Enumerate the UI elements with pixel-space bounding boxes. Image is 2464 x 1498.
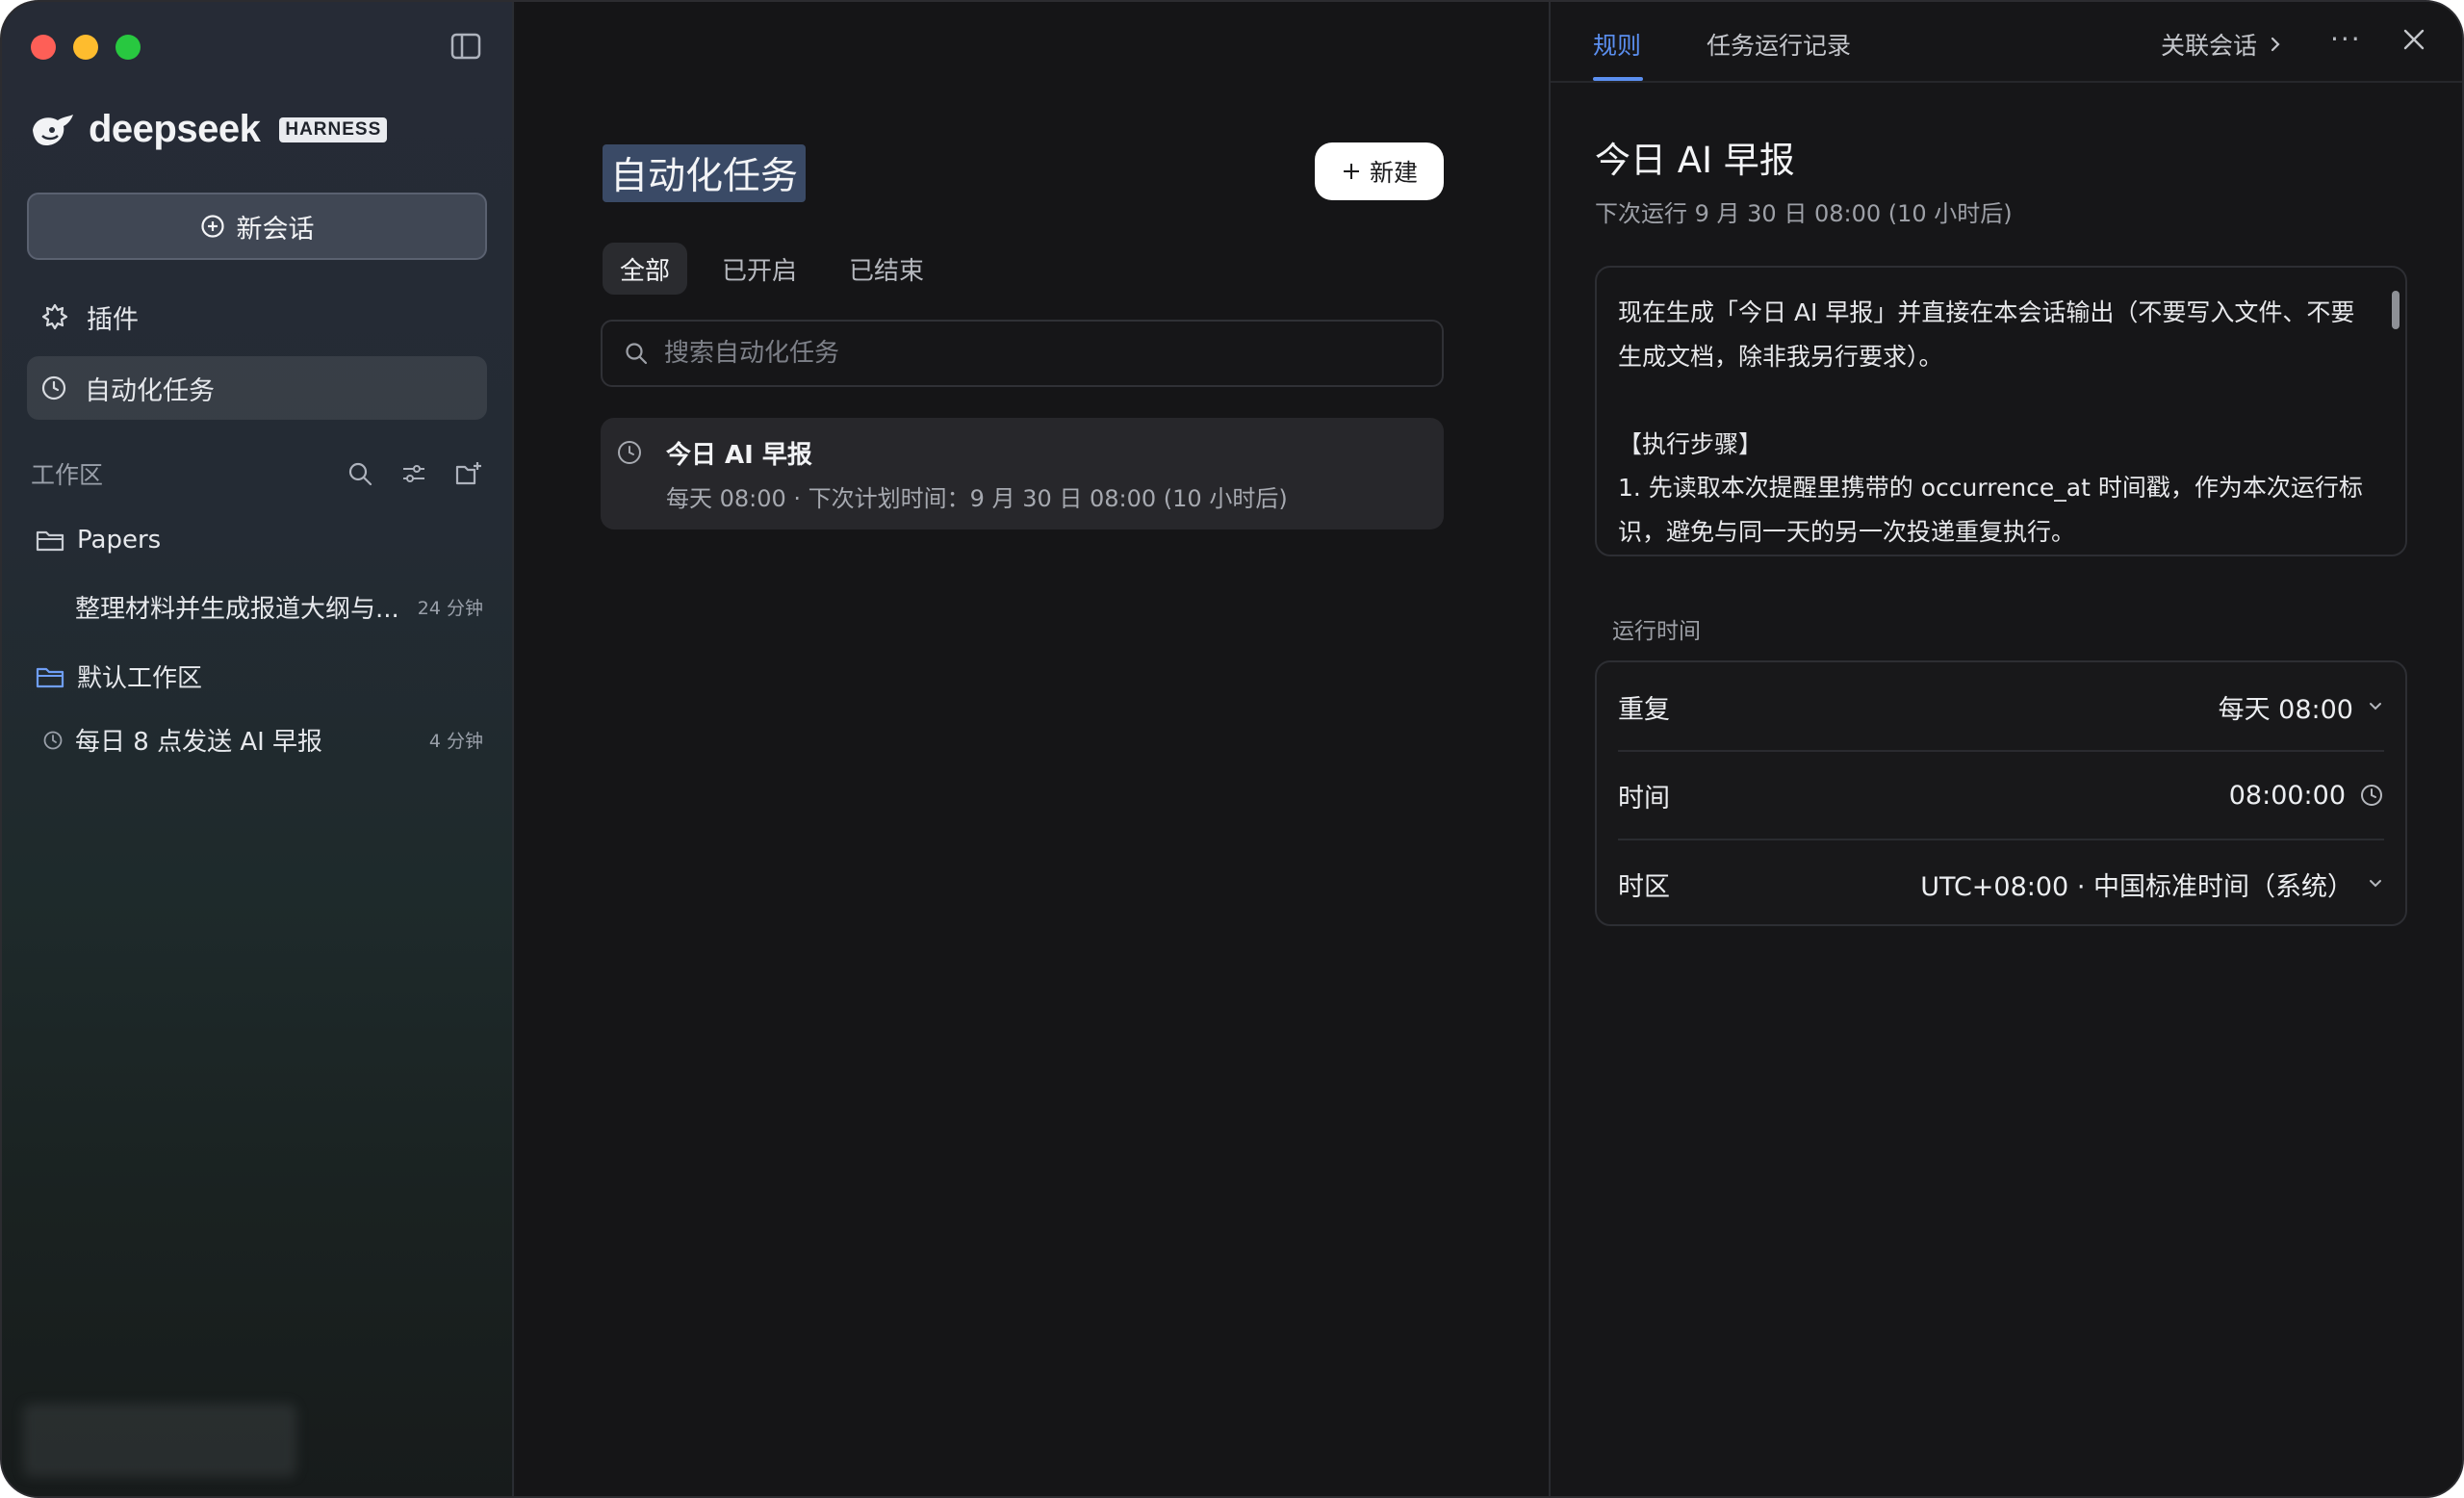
search-box bbox=[601, 320, 1444, 387]
app-window: deepseek HARNESS 新会话 插件 自动化任务 工作区 Papers bbox=[0, 0, 2464, 1498]
time-value: 08:00:00 bbox=[2228, 780, 2346, 811]
task-card[interactable]: 今日 AI 早报 每天 08:00 · 下次计划时间：9 月 30 日 08:0… bbox=[601, 418, 1444, 529]
sidebar-item-label: 插件 bbox=[87, 304, 139, 335]
whale-logo-icon bbox=[33, 114, 73, 145]
chevron-right-icon bbox=[2271, 37, 2280, 52]
search-icon[interactable] bbox=[346, 460, 373, 487]
time-label: 时间 bbox=[1618, 783, 1670, 814]
time-row[interactable]: 时间 08:00:00 bbox=[1597, 751, 2405, 839]
repeat-value: 每天 08:00 bbox=[2218, 694, 2353, 725]
timezone-label: 时区 bbox=[1618, 871, 1670, 902]
sidebar: deepseek HARNESS 新会话 插件 自动化任务 工作区 Papers bbox=[2, 2, 514, 1496]
folder-default-workspace[interactable]: 默认工作区 bbox=[35, 659, 483, 694]
active-tab-indicator bbox=[1593, 77, 1643, 81]
folder-name: Papers bbox=[77, 526, 162, 555]
search-icon bbox=[626, 343, 648, 365]
timezone-row[interactable]: 时区 UTC+08:00 · 中国标准时间（系统） bbox=[1597, 839, 2405, 928]
timezone-value: UTC+08:00 · 中国标准时间（系统） bbox=[1920, 871, 2353, 902]
repeat-select[interactable]: 每天 08:00 bbox=[2219, 688, 2384, 726]
close-icon[interactable] bbox=[2401, 27, 2426, 56]
new-chat-button[interactable]: 新会话 bbox=[27, 193, 487, 260]
sidebar-toggle-icon[interactable] bbox=[450, 33, 481, 60]
sidebar-item-automation[interactable]: 自动化任务 bbox=[27, 356, 487, 420]
brand-logo: deepseek HARNESS bbox=[29, 108, 388, 151]
minimize-window-button[interactable] bbox=[73, 35, 98, 60]
timezone-select[interactable]: UTC+08:00 · 中国标准时间（系统） bbox=[1920, 865, 2384, 903]
zoom-window-button[interactable] bbox=[116, 35, 141, 60]
new-chat-label: 新会话 bbox=[236, 214, 315, 245]
puzzle-icon bbox=[41, 303, 68, 330]
folder-icon bbox=[36, 530, 64, 552]
schedule-section-label: 运行时间 bbox=[1612, 619, 1701, 644]
new-task-label: 新建 bbox=[1369, 159, 1418, 187]
plus-icon bbox=[1343, 164, 1359, 179]
next-run-text: 下次运行 9 月 30 日 08:00 (10 小时后) bbox=[1595, 200, 2013, 227]
tab-run-history[interactable]: 任务运行记录 bbox=[1707, 27, 1851, 62]
list-item-title: 整理材料并生成报道大纲与... bbox=[75, 595, 399, 624]
more-options-icon[interactable]: ··· bbox=[2330, 23, 2362, 55]
schedule-settings: 重复 每天 08:00 时间 08:00:00 时区 UTC+08:00 · 中… bbox=[1595, 660, 2407, 926]
workspace-title: 工作区 bbox=[31, 461, 104, 489]
task-detail-panel: 规则 任务运行记录 关联会话 ··· 今日 AI 早报 下次运行 9 月 30 … bbox=[1549, 2, 2462, 1496]
account-area[interactable] bbox=[23, 1404, 296, 1477]
clock-icon bbox=[618, 441, 641, 464]
plus-circle-icon bbox=[200, 215, 224, 238]
clock-icon bbox=[43, 731, 63, 749]
tab-rules[interactable]: 规则 bbox=[1593, 27, 1641, 62]
new-task-button[interactable]: 新建 bbox=[1315, 142, 1444, 200]
search-input[interactable] bbox=[664, 339, 1442, 368]
prompt-scrollbar[interactable] bbox=[2392, 291, 2400, 329]
automation-list-pane: 自动化任务 新建 全部 已开启 已结束 今日 AI 早报 每天 08:00 · … bbox=[516, 2, 1548, 1496]
time-picker[interactable]: 08:00:00 bbox=[2229, 781, 2384, 811]
chevron-down-icon bbox=[2370, 880, 2381, 888]
close-window-button[interactable] bbox=[31, 35, 56, 60]
list-item-time: 24 分钟 bbox=[417, 598, 483, 619]
task-schedule-meta: 每天 08:00 · 下次计划时间：9 月 30 日 08:00 (10 小时后… bbox=[666, 485, 1288, 512]
sidebar-item-plugins[interactable]: 插件 bbox=[27, 285, 487, 349]
filter-tabs: 全部 已开启 已结束 bbox=[603, 243, 941, 295]
page-title: 自动化任务 bbox=[603, 144, 807, 202]
prompt-editor[interactable]: 现在生成「今日 AI 早报」并直接在本会话输出（不要写入文件、不要生成文档，除非… bbox=[1595, 266, 2407, 556]
task-title: 今日 AI 早报 bbox=[1595, 140, 1795, 181]
tab-enabled[interactable]: 已开启 bbox=[705, 243, 814, 295]
brand-badge: HARNESS bbox=[279, 116, 388, 142]
prompt-text[interactable]: 现在生成「今日 AI 早报」并直接在本会话输出（不要写入文件、不要生成文档，除非… bbox=[1618, 291, 2378, 554]
window-controls bbox=[31, 35, 141, 60]
list-item[interactable]: 整理材料并生成报道大纲与... 24 分钟 bbox=[35, 589, 483, 625]
related-session-label: 关联会话 bbox=[2161, 32, 2258, 60]
detail-tabs: 规则 任务运行记录 关联会话 ··· bbox=[1551, 2, 2462, 83]
repeat-row[interactable]: 重复 每天 08:00 bbox=[1597, 662, 2405, 751]
new-folder-icon[interactable] bbox=[454, 460, 483, 487]
filter-sliders-icon[interactable] bbox=[400, 460, 427, 487]
list-item-time: 4 分钟 bbox=[428, 731, 483, 752]
folder-icon bbox=[36, 667, 64, 687]
chevron-down-icon bbox=[2370, 703, 2381, 710]
clock-icon bbox=[2361, 785, 2382, 806]
clock-icon bbox=[41, 375, 66, 400]
tab-finished[interactable]: 已结束 bbox=[832, 243, 941, 295]
task-name: 今日 AI 早报 bbox=[666, 441, 812, 470]
brand-name: deepseek bbox=[89, 108, 261, 150]
sidebar-item-label: 自动化任务 bbox=[85, 375, 215, 406]
folder-name: 默认工作区 bbox=[77, 664, 203, 693]
list-item-title: 每日 8 点发送 AI 早报 bbox=[75, 728, 323, 757]
folder-papers[interactable]: Papers bbox=[35, 526, 483, 555]
tab-all[interactable]: 全部 bbox=[603, 243, 688, 295]
list-item[interactable]: 每日 8 点发送 AI 早报 4 分钟 bbox=[35, 722, 483, 758]
related-session-link[interactable]: 关联会话 bbox=[2161, 27, 2282, 62]
repeat-label: 重复 bbox=[1618, 694, 1670, 725]
workspace-header: 工作区 bbox=[31, 454, 483, 493]
